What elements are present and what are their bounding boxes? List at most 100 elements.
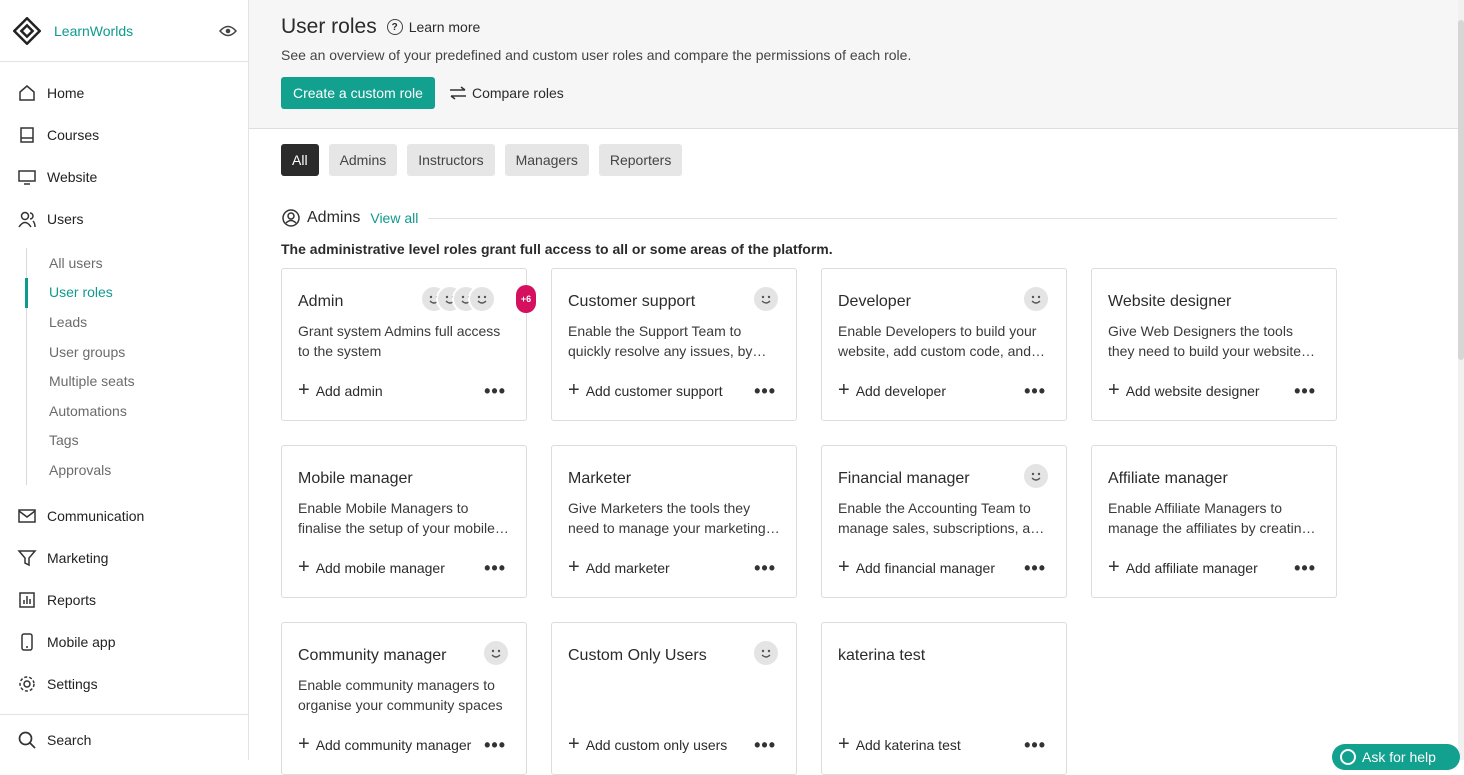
ask-for-help-button[interactable]: Ask for help <box>1332 744 1460 770</box>
avatar-placeholder-icon[interactable] <box>752 285 780 313</box>
question-icon: ? <box>386 19 403 35</box>
view-all-link[interactable]: View all <box>370 210 418 226</box>
sub-item-multiple-seats[interactable]: Multiple seats <box>49 366 248 396</box>
role-card-title: Developer <box>838 293 911 310</box>
more-options-icon[interactable]: ••• <box>1290 382 1320 400</box>
role-card[interactable]: Affiliate manager Enable Affiliate Manage… <box>1091 445 1337 598</box>
role-card[interactable]: Community manager Enable community manage… <box>281 622 527 775</box>
brand-name[interactable]: LearnWorlds <box>54 23 218 39</box>
more-options-icon[interactable]: ••• <box>480 382 510 400</box>
role-card[interactable]: Marketer Give Marketers the tools they ne… <box>551 445 797 598</box>
nav-label: Website <box>47 169 98 185</box>
add-user-to-role-button[interactable]: + Add community manager <box>298 734 472 754</box>
brand-header: LearnWorlds <box>0 0 248 62</box>
learnworlds-logo-icon[interactable] <box>12 16 42 46</box>
nav-label: Users <box>47 211 84 227</box>
sub-item-user-groups[interactable]: User groups <box>49 337 248 367</box>
filter-chip-reporters[interactable]: Reporters <box>598 144 683 176</box>
add-user-to-role-button[interactable]: + Add mobile manager <box>298 557 445 577</box>
nav-item-marketing[interactable]: Marketing <box>0 537 248 579</box>
sub-item-user-roles[interactable]: User roles <box>49 278 248 308</box>
filter-chip-admins[interactable]: Admins <box>328 144 398 176</box>
nav-item-search[interactable]: Search <box>0 719 248 761</box>
role-card[interactable]: Customer support Enable the Support Team … <box>551 268 797 421</box>
filter-chip-all[interactable]: All <box>281 144 319 176</box>
role-card-footer: + Add mobile manager ••• <box>298 557 510 577</box>
role-card-description: Give Web Designers the tools they need t… <box>1108 323 1302 359</box>
sub-item-all-users[interactable]: All users <box>49 248 248 278</box>
scrollbar[interactable] <box>1458 0 1464 760</box>
role-card-title: katerina test <box>838 647 926 664</box>
add-user-label: Add katerina test <box>855 737 961 753</box>
nav-item-courses[interactable]: Courses <box>0 114 248 156</box>
sub-item-tags[interactable]: Tags <box>49 426 248 456</box>
book-icon <box>17 125 37 145</box>
page-header: User roles ? Learn more See an overview … <box>249 0 1464 129</box>
funnel-icon <box>17 548 37 568</box>
avatar-placeholder-icon[interactable] <box>1022 285 1050 313</box>
avatar-placeholder-icon[interactable] <box>482 639 510 667</box>
more-options-icon[interactable]: ••• <box>480 736 510 754</box>
add-user-to-role-button[interactable]: + Add admin <box>298 379 383 401</box>
role-card-footer: + Add admin ••• <box>298 379 510 401</box>
section-header: Admins View all <box>281 208 1337 228</box>
nav-item-mobile-app[interactable]: Mobile app <box>0 621 248 663</box>
role-card[interactable]: Developer Enable Developers to build your… <box>821 268 1067 421</box>
page-subtitle: See an overview of your predefined and c… <box>281 47 912 63</box>
phone-icon <box>17 632 37 652</box>
eye-icon[interactable] <box>218 21 238 41</box>
role-card[interactable]: Financial manager Enable the Accounting T… <box>821 445 1067 598</box>
avatar-placeholder-icon[interactable] <box>752 639 780 667</box>
nav-item-home[interactable]: Home <box>0 72 248 114</box>
nav-label: Search <box>47 731 92 748</box>
add-user-label: Add community manager <box>315 737 472 753</box>
filter-chip-managers[interactable]: Managers <box>504 144 589 176</box>
add-user-to-role-button[interactable]: + Add custom only users <box>568 734 727 754</box>
role-card-footer: + Add website designer ••• <box>1108 380 1320 400</box>
sub-item-leads[interactable]: Leads <box>49 307 248 337</box>
sub-item-automations[interactable]: Automations <box>49 396 248 426</box>
compare-roles-button[interactable]: Compare roles <box>449 85 564 101</box>
more-options-icon[interactable]: ••• <box>1290 559 1320 577</box>
role-card[interactable]: katerina test + Add katerina test ••• <box>821 622 1067 775</box>
role-card[interactable]: Custom Only Users + Add custom only users •… <box>551 622 797 775</box>
add-user-to-role-button[interactable]: + Add financial manager <box>838 556 995 578</box>
add-user-to-role-button[interactable]: + Add website designer <box>1108 380 1260 400</box>
gear-icon <box>17 674 37 694</box>
role-card-description: Enable the Support Team to quickly resol… <box>568 323 753 359</box>
nav-item-reports[interactable]: Reports <box>0 579 248 621</box>
add-user-to-role-button[interactable]: + Add marketer <box>568 557 670 577</box>
nav-item-users[interactable]: Users <box>0 198 248 240</box>
nav-item-website[interactable]: Website <box>0 156 248 198</box>
avatar-placeholder-icon[interactable] <box>1022 462 1050 490</box>
role-card[interactable]: Mobile manager Enable Mobile Managers to … <box>281 445 527 598</box>
avatar-placeholder-icon[interactable] <box>468 285 496 313</box>
add-user-to-role-button[interactable]: + Add developer <box>838 380 946 400</box>
more-options-icon[interactable]: ••• <box>1020 382 1050 400</box>
plus-icon: + <box>298 379 310 401</box>
nav-item-communication[interactable]: Communication <box>0 495 248 537</box>
add-user-label: Add financial manager <box>855 560 995 576</box>
role-card-title: Affiliate manager <box>1108 470 1228 487</box>
more-options-icon[interactable]: ••• <box>750 559 780 577</box>
add-user-label: Add marketer <box>585 560 670 576</box>
nav-item-settings[interactable]: Settings <box>0 663 248 705</box>
more-options-icon[interactable]: ••• <box>1020 559 1050 577</box>
scrollbar-thumb[interactable] <box>1458 20 1464 360</box>
plus-icon: + <box>838 556 850 578</box>
more-options-icon[interactable]: ••• <box>480 559 510 577</box>
role-card[interactable]: Website designer Give Web Designers the t… <box>1091 268 1337 421</box>
filter-chip-instructors[interactable]: Instructors <box>407 144 495 176</box>
add-user-to-role-button[interactable]: + Add affiliate manager <box>1108 557 1258 577</box>
avatar-count-badge[interactable]: +6 <box>516 285 536 313</box>
more-options-icon[interactable]: ••• <box>750 382 780 400</box>
add-user-to-role-button[interactable]: + Add customer support <box>568 380 723 400</box>
more-options-icon[interactable]: ••• <box>1020 736 1050 754</box>
add-user-to-role-button[interactable]: + Add katerina test <box>838 734 961 754</box>
main-content: User roles ? Learn more See an overview … <box>249 0 1464 775</box>
create-custom-role-button[interactable]: Create a custom role <box>281 77 435 109</box>
sub-item-approvals[interactable]: Approvals <box>49 455 248 485</box>
more-options-icon[interactable]: ••• <box>750 736 780 754</box>
learn-more-link[interactable]: ? Learn more <box>386 19 480 35</box>
role-card[interactable]: Admin Grant system Admins full access to … <box>281 268 536 421</box>
